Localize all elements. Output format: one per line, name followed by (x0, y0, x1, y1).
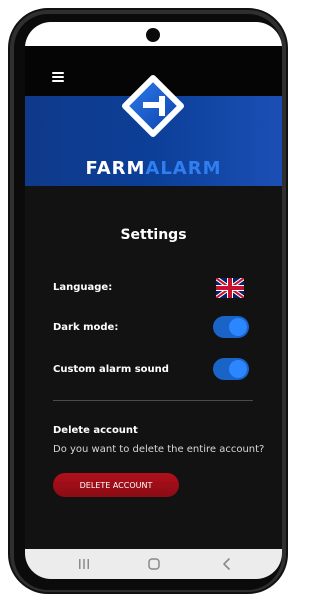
dark-mode-toggle[interactable] (213, 316, 249, 338)
language-label: Language: (53, 282, 113, 293)
uk-flag-icon[interactable] (216, 278, 244, 298)
home-icon[interactable] (145, 557, 163, 571)
dark-mode-label: Dark mode: (53, 322, 119, 333)
custom-alarm-label: Custom alarm sound (53, 364, 169, 375)
phone-frame: FARMALARM Settings Language: Dark mode: … (0, 0, 291, 596)
section-divider (53, 400, 253, 401)
page-title: Settings (120, 227, 187, 243)
hamburger-icon[interactable] (52, 72, 64, 82)
toggle-knob (229, 360, 247, 378)
delete-account-button[interactable]: DELETE ACCOUNT (53, 473, 179, 497)
recent-apps-icon[interactable] (75, 557, 93, 571)
brand-part-1: FARM (85, 158, 146, 179)
delete-account-title: Delete account (53, 425, 138, 436)
farmalarm-logo-icon (122, 75, 184, 137)
status-bar (25, 22, 282, 46)
brand-part-2: ALARM (145, 158, 222, 179)
custom-alarm-toggle[interactable] (213, 358, 249, 380)
app-screen: FARMALARM Settings Language: Dark mode: … (25, 22, 282, 579)
delete-account-description: Do you want to delete the entire account… (53, 444, 265, 455)
camera-icon (146, 28, 160, 42)
back-icon[interactable] (218, 557, 236, 571)
brand-title: FARMALARM (25, 158, 282, 179)
toggle-knob (229, 318, 247, 336)
